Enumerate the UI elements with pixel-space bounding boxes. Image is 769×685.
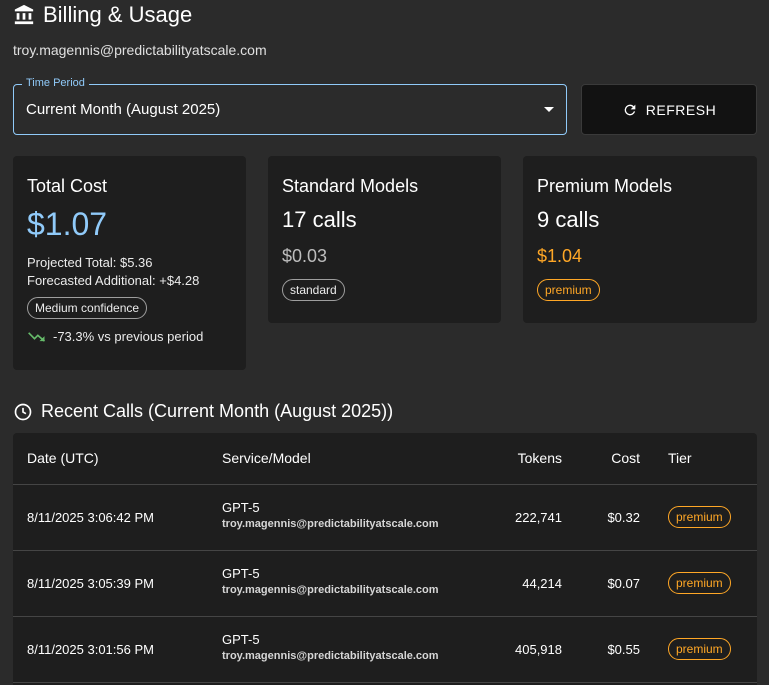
standard-cost: $0.03: [282, 246, 328, 266]
row-date: 8/11/2025 3:05:39 PM: [27, 576, 154, 591]
premium-models-card: Premium Models 9 calls $1.04 premium: [523, 156, 757, 323]
col-date[interactable]: Date (UTC): [27, 450, 99, 466]
table-header: Date (UTC) Service/Model Tokens Cost Tie…: [13, 433, 757, 485]
time-period-value: Current Month (August 2025): [26, 101, 221, 118]
refresh-label: REFRESH: [645, 101, 717, 118]
trending-down-icon: [28, 331, 46, 342]
row-model: GPT-5: [222, 632, 260, 647]
premium-calls: 9 calls: [537, 207, 600, 232]
bank-icon: [14, 4, 34, 25]
standard-calls: 17 calls: [282, 207, 357, 232]
col-tokens[interactable]: Tokens: [518, 450, 562, 466]
clock-icon: [14, 403, 32, 420]
forecasted-additional: Forecasted Additional: +$4.28: [27, 273, 200, 288]
row-date: 8/11/2025 3:06:42 PM: [27, 510, 154, 525]
standard-badge: standard: [282, 279, 345, 301]
row-model: GPT-5: [222, 566, 260, 581]
premium-cost: $1.04: [537, 246, 583, 266]
premium-models-title: Premium Models: [537, 176, 673, 196]
recent-calls-header: Recent Calls (Current Month (August 2025…: [13, 401, 393, 422]
table-row[interactable]: 8/11/2025 3:01:56 PM GPT-5 troy.magennis…: [13, 617, 757, 683]
col-cost[interactable]: Cost: [611, 450, 640, 466]
row-tokens: 44,214: [522, 576, 562, 591]
time-period-label: Time Period: [22, 77, 89, 89]
row-cost: $0.07: [607, 576, 640, 591]
row-tier-badge: premium: [668, 572, 731, 594]
total-cost-value: $1.07: [27, 206, 108, 242]
page-title: Billing & Usage: [43, 2, 193, 27]
refresh-icon: [624, 104, 636, 115]
row-tokens: 222,741: [515, 510, 562, 525]
trend-indicator: -73.3% vs previous period: [27, 329, 203, 344]
row-cost: $0.32: [607, 510, 640, 525]
confidence-badge: Medium confidence: [27, 297, 148, 319]
refresh-button[interactable]: REFRESH: [581, 84, 757, 135]
total-cost-card: Total Cost $1.07 Projected Total: $5.36 …: [13, 156, 246, 370]
row-tokens: 405,918: [515, 642, 562, 657]
premium-badge: premium: [537, 279, 600, 301]
table-row[interactable]: 8/11/2025 3:05:39 PM GPT-5 troy.magennis…: [13, 551, 757, 617]
page-header: Billing & Usage: [13, 2, 192, 28]
row-tier-badge: premium: [668, 506, 731, 528]
col-tier[interactable]: Tier: [668, 450, 692, 466]
col-service[interactable]: Service/Model: [222, 450, 311, 466]
standard-models-card: Standard Models 17 calls $0.03 standard: [268, 156, 501, 323]
user-email: troy.magennis@predictabilityatscale.com: [13, 42, 267, 58]
standard-models-title: Standard Models: [282, 176, 419, 196]
recent-calls-table: Date (UTC) Service/Model Tokens Cost Tie…: [13, 433, 757, 685]
table-row[interactable]: 8/11/2025 3:06:42 PM GPT-5 troy.magennis…: [13, 485, 757, 551]
row-email: troy.magennis@predictabilityatscale.com: [222, 584, 439, 596]
chevron-down-icon: [544, 107, 554, 112]
row-model: GPT-5: [222, 500, 260, 515]
trend-text: -73.3% vs previous period: [53, 329, 204, 344]
row-tier-badge: premium: [668, 638, 731, 660]
row-date: 8/11/2025 3:01:56 PM: [27, 642, 154, 657]
total-cost-title: Total Cost: [27, 176, 108, 196]
row-cost: $0.55: [607, 642, 640, 657]
recent-calls-title: Recent Calls (Current Month (August 2025…: [41, 401, 394, 421]
projected-total: Projected Total: $5.36: [27, 255, 153, 270]
time-period-select[interactable]: Time Period Current Month (August 2025): [13, 77, 567, 135]
row-email: troy.magennis@predictabilityatscale.com: [222, 518, 439, 530]
row-email: troy.magennis@predictabilityatscale.com: [222, 650, 439, 662]
